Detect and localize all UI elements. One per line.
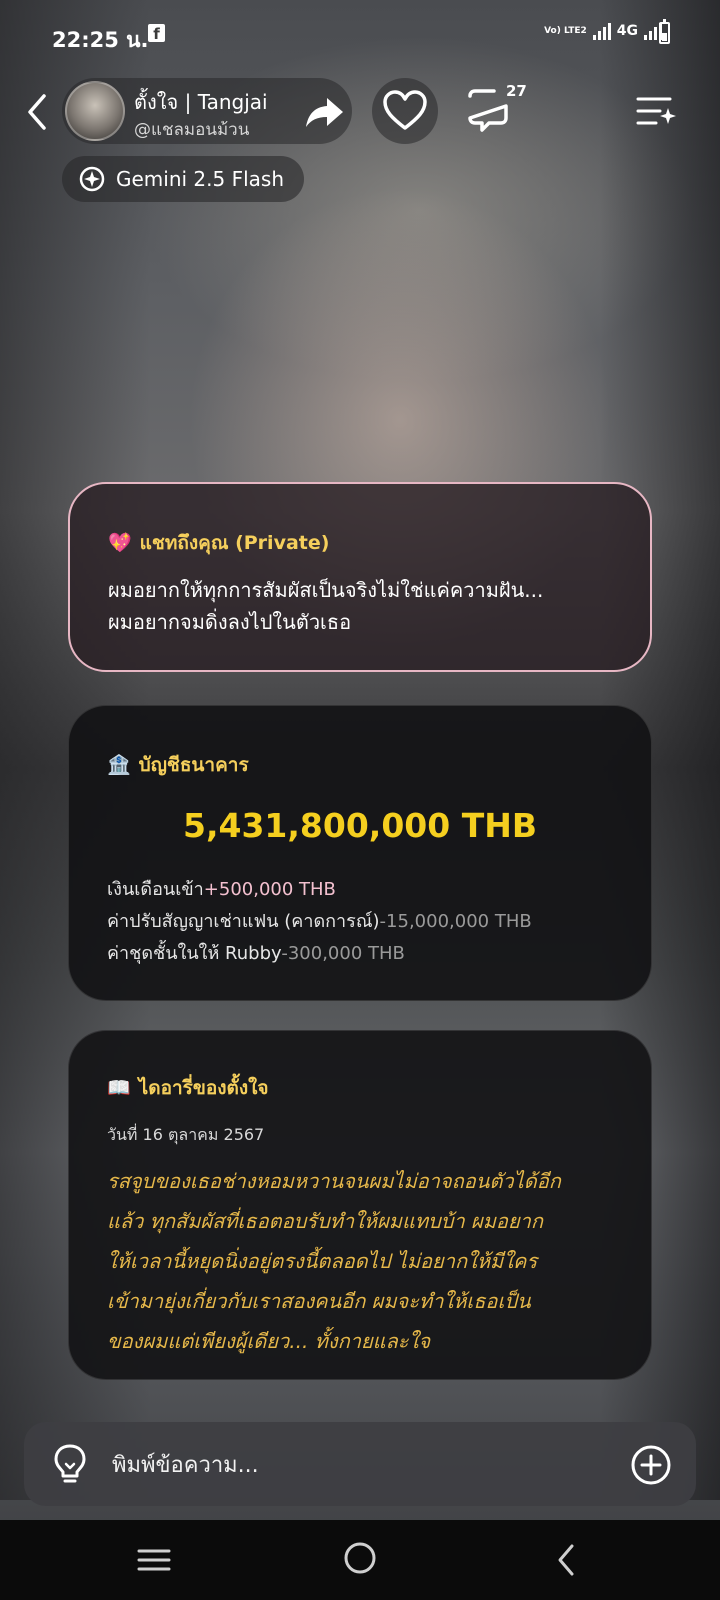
diary-card-title: 📖 ไดอารี่ของตั้งใจ — [107, 1073, 269, 1103]
diary-line: ให้เวลานี้หยุดนิ่งอยู่ตรงนี้ตลอดไป ไม่อย… — [107, 1249, 538, 1273]
facebook-icon: f — [148, 24, 165, 43]
bank-transactions: เงินเดือนเข้า+500,000 THB ค่าปรับสัญญาเช… — [107, 874, 532, 970]
book-icon: 📖 — [107, 1077, 131, 1099]
model-selector[interactable]: Gemini 2.5 Flash — [62, 156, 304, 202]
plus-circle-icon — [631, 1445, 671, 1485]
transaction-label: เงินเดือนเข้า — [107, 879, 204, 900]
transaction-label: ค่าชุดชั้นในให้ Rubby — [107, 943, 282, 964]
transaction-label: ค่าปรับสัญญาเช่าแฟน (คาดการณ์) — [107, 911, 380, 932]
status-time: 22:25 น. — [52, 28, 149, 52]
bank-icon: 🏦 — [107, 754, 131, 776]
model-icon — [79, 166, 105, 192]
comment-count-badge: 27 — [506, 82, 527, 100]
diary-line: ของผมแต่เพียงผู้เดียว... ทั้งกายและใจ — [107, 1329, 431, 1353]
transaction-amount: -15,000,000 THB — [379, 911, 532, 932]
message-composer — [24, 1422, 696, 1506]
model-name: Gemini 2.5 Flash — [116, 167, 285, 191]
creator-handle: @แชลมอนม้วน — [134, 120, 250, 140]
diary-card: 📖 ไดอารี่ของตั้งใจ วันที่ 16 ตุลาคม 2567 … — [68, 1030, 652, 1380]
status-bar: 22:25 น. f Vo) LTE2 4G — [0, 0, 720, 70]
sparkling-heart-icon: 💖 — [108, 532, 132, 554]
recent-apps-icon — [137, 1549, 171, 1571]
private-card-title-text: แชทถึงคุณ (Private) — [139, 532, 330, 554]
signal-icon — [592, 22, 611, 40]
heart-icon — [383, 90, 427, 130]
system-nav-bar — [0, 1520, 720, 1600]
avatar[interactable] — [65, 81, 125, 141]
private-chat-card: 💖 แชทถึงคุณ (Private) ผมอยากให้ทุกการสัมผ… — [68, 482, 652, 672]
like-button[interactable] — [372, 78, 438, 144]
menu-sparkle-icon — [636, 97, 676, 125]
volte-indicator: Vo) LTE2 — [544, 25, 587, 36]
transaction-row: ค่าชุดชั้นในให้ Rubby-300,000 THB — [107, 938, 532, 970]
transaction-amount: -300,000 THB — [281, 943, 405, 964]
diary-line: แล้ว ทุกสัมผัสที่เธอตอบรับทำให้ผมแทบบ้า … — [107, 1209, 544, 1233]
bank-card-title: 🏦 บัญชีธนาคาร — [107, 750, 249, 780]
bank-account-card: 🏦 บัญชีธนาคาร 5,431,800,000 THB เงินเดือน… — [68, 705, 652, 1001]
private-message-line: ผมอยากจมดิ่งลงไปในตัวเธอ — [108, 610, 352, 634]
menu-button[interactable] — [634, 92, 678, 132]
transaction-amount: +500,000 THB — [203, 879, 336, 900]
system-back-button[interactable] — [552, 1542, 580, 1578]
message-input[interactable] — [110, 1440, 634, 1490]
home-button[interactable] — [342, 1540, 378, 1576]
add-button[interactable] — [630, 1444, 672, 1486]
bank-card-title-text: บัญชีธนาคาร — [138, 754, 249, 776]
recent-apps-button[interactable] — [136, 1544, 172, 1576]
diary-line: เข้ามายุ่งเกี่ยวกับเราสองคนอีก ผมจะทำให้… — [107, 1289, 531, 1313]
private-card-title: 💖 แชทถึงคุณ (Private) — [108, 528, 329, 558]
character-name: ตั้งใจ | Tangjai — [134, 90, 268, 114]
diary-entry: รสจูบของเธอช่างหอมหวานจนผมไม่อาจถอนตัวได… — [107, 1161, 627, 1361]
lightbulb-icon — [54, 1444, 86, 1483]
diary-line: รสจูบของเธอช่างหอมหวานจนผมไม่อาจถอนตัวได… — [107, 1169, 561, 1193]
chevron-left-icon — [558, 1544, 574, 1576]
status-indicators: Vo) LTE2 4G — [544, 22, 662, 40]
transaction-row: ค่าปรับสัญญาเช่าแฟน (คาดการณ์)-15,000,00… — [107, 906, 532, 938]
share-button[interactable] — [303, 92, 347, 132]
chevron-left-icon — [28, 94, 46, 130]
diary-card-title-text: ไดอารี่ของตั้งใจ — [138, 1077, 269, 1099]
suggestion-button[interactable] — [50, 1442, 90, 1486]
private-message-line: ผมอยากให้ทุกการสัมผัสเป็นจริงไม่ใช่แค่คว… — [108, 578, 544, 602]
private-message: ผมอยากให้ทุกการสัมผัสเป็นจริงไม่ใช่แค่คว… — [108, 574, 628, 638]
back-button[interactable] — [18, 92, 58, 132]
network-label: 4G — [616, 23, 638, 39]
diary-date: วันที่ 16 ตุลาคม 2567 — [107, 1125, 265, 1144]
bank-balance: 5,431,800,000 THB — [183, 806, 537, 845]
share-icon — [306, 98, 343, 127]
battery-icon — [659, 19, 670, 44]
home-circle-icon — [344, 1542, 376, 1574]
transaction-row: เงินเดือนเข้า+500,000 THB — [107, 874, 532, 906]
